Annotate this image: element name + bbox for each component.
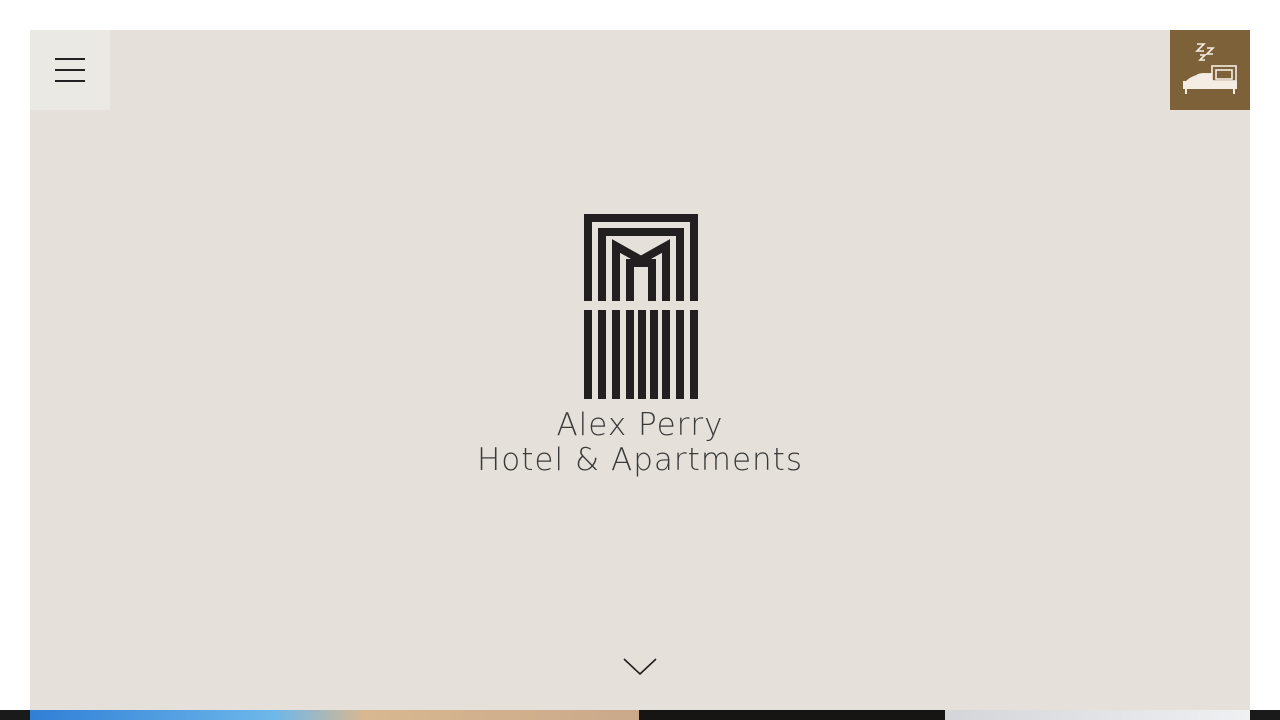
brand-name-line1: Alex Perry xyxy=(556,407,724,443)
menu-bar-icon xyxy=(55,69,85,71)
book-stay-button[interactable] xyxy=(1170,30,1250,110)
brand-name-line2: Hotel & Apartments xyxy=(476,442,803,478)
chevron-down-icon xyxy=(623,658,657,676)
sleeping-bed-icon xyxy=(1183,43,1237,94)
gallery-image-dark[interactable] xyxy=(639,710,945,720)
scroll-down-button[interactable] xyxy=(622,656,658,678)
gallery-strip-edge xyxy=(1250,710,1280,720)
menu-bar-icon xyxy=(55,80,85,82)
gallery-image-pool[interactable] xyxy=(30,710,639,720)
gallery-image-light[interactable] xyxy=(945,710,1250,720)
gallery-strip-edge xyxy=(0,710,30,720)
arch-logo xyxy=(583,213,699,405)
hamburger-menu-button[interactable] xyxy=(30,30,110,110)
menu-bar-icon xyxy=(55,58,85,60)
